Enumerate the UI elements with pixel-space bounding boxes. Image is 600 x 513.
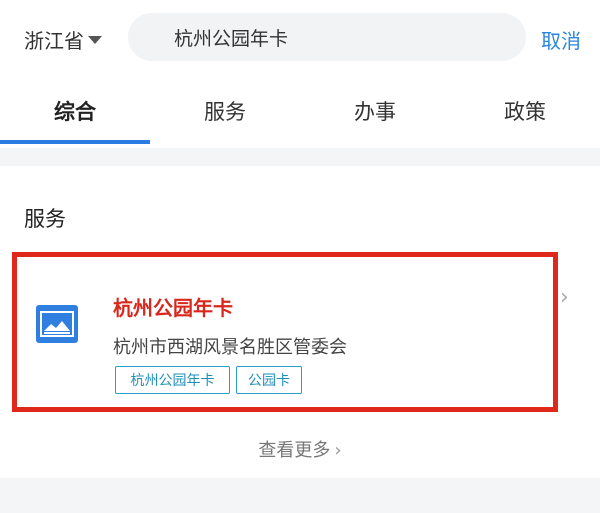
card-title[interactable]: 杭州公园年卡 (113, 292, 233, 321)
bottom-divider (0, 478, 600, 513)
top-bar: 浙江省 杭州公园年卡 取消 (0, 0, 600, 80)
province-label: 浙江省 (24, 28, 84, 53)
chevron-right-icon[interactable]: › (560, 285, 569, 310)
view-more-link[interactable]: 查看更多 › (0, 436, 600, 462)
chevron-right-icon: › (334, 440, 342, 461)
section-title: 服务 (24, 207, 66, 231)
active-tab-indicator (0, 140, 150, 144)
tag[interactable]: 杭州公园年卡 (115, 366, 230, 394)
landscape-icon (36, 305, 78, 343)
search-value: 杭州公园年卡 (174, 27, 289, 50)
tab-comprehensive[interactable]: 综合 (0, 96, 150, 126)
tab-bar: 综合 服务 办事 政策 (0, 80, 600, 148)
dropdown-triangle-icon (88, 36, 102, 44)
tab-affairs[interactable]: 办事 (300, 96, 450, 126)
tab-policy[interactable]: 政策 (450, 96, 600, 126)
card-subtitle: 杭州市西湖风景名胜区管委会 (113, 337, 347, 358)
tag[interactable]: 公园卡 (236, 366, 302, 394)
cancel-button[interactable]: 取消 (541, 22, 581, 56)
search-input[interactable]: 杭州公园年卡 (128, 13, 526, 61)
section-divider (0, 148, 600, 166)
view-more-label: 查看更多 (258, 440, 331, 461)
province-selector[interactable]: 浙江省 (24, 22, 102, 56)
tab-service[interactable]: 服务 (150, 96, 300, 126)
